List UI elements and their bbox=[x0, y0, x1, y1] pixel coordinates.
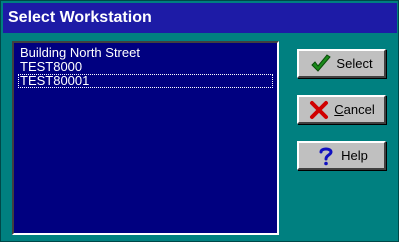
select-button[interactable]: Select bbox=[297, 49, 386, 78]
cancel-label-rest: ancel bbox=[343, 102, 375, 117]
select-button-label: Select bbox=[336, 56, 373, 71]
help-button[interactable]: Help bbox=[297, 141, 386, 170]
list-item[interactable]: TEST8000 bbox=[18, 60, 273, 74]
dialog-title: Select Workstation bbox=[3, 3, 397, 33]
list-item-selected[interactable]: TEST80001 bbox=[18, 74, 273, 88]
cancel-button-label: Cancel bbox=[334, 102, 374, 117]
workstation-listbox[interactable]: Building North Street TEST8000 TEST80001 bbox=[12, 41, 279, 235]
help-button-label: Help bbox=[341, 148, 368, 163]
red-x-icon bbox=[308, 100, 330, 120]
cancel-button[interactable]: Cancel bbox=[297, 95, 386, 124]
list-item[interactable]: Building North Street bbox=[18, 46, 273, 60]
workstation-list: Building North Street TEST8000 TEST80001 bbox=[18, 46, 273, 88]
cancel-accelerator: C bbox=[334, 102, 344, 117]
question-mark-icon bbox=[315, 146, 337, 166]
select-workstation-dialog: Select Workstation Building North Street… bbox=[0, 0, 399, 242]
checkmark-icon bbox=[310, 53, 332, 74]
